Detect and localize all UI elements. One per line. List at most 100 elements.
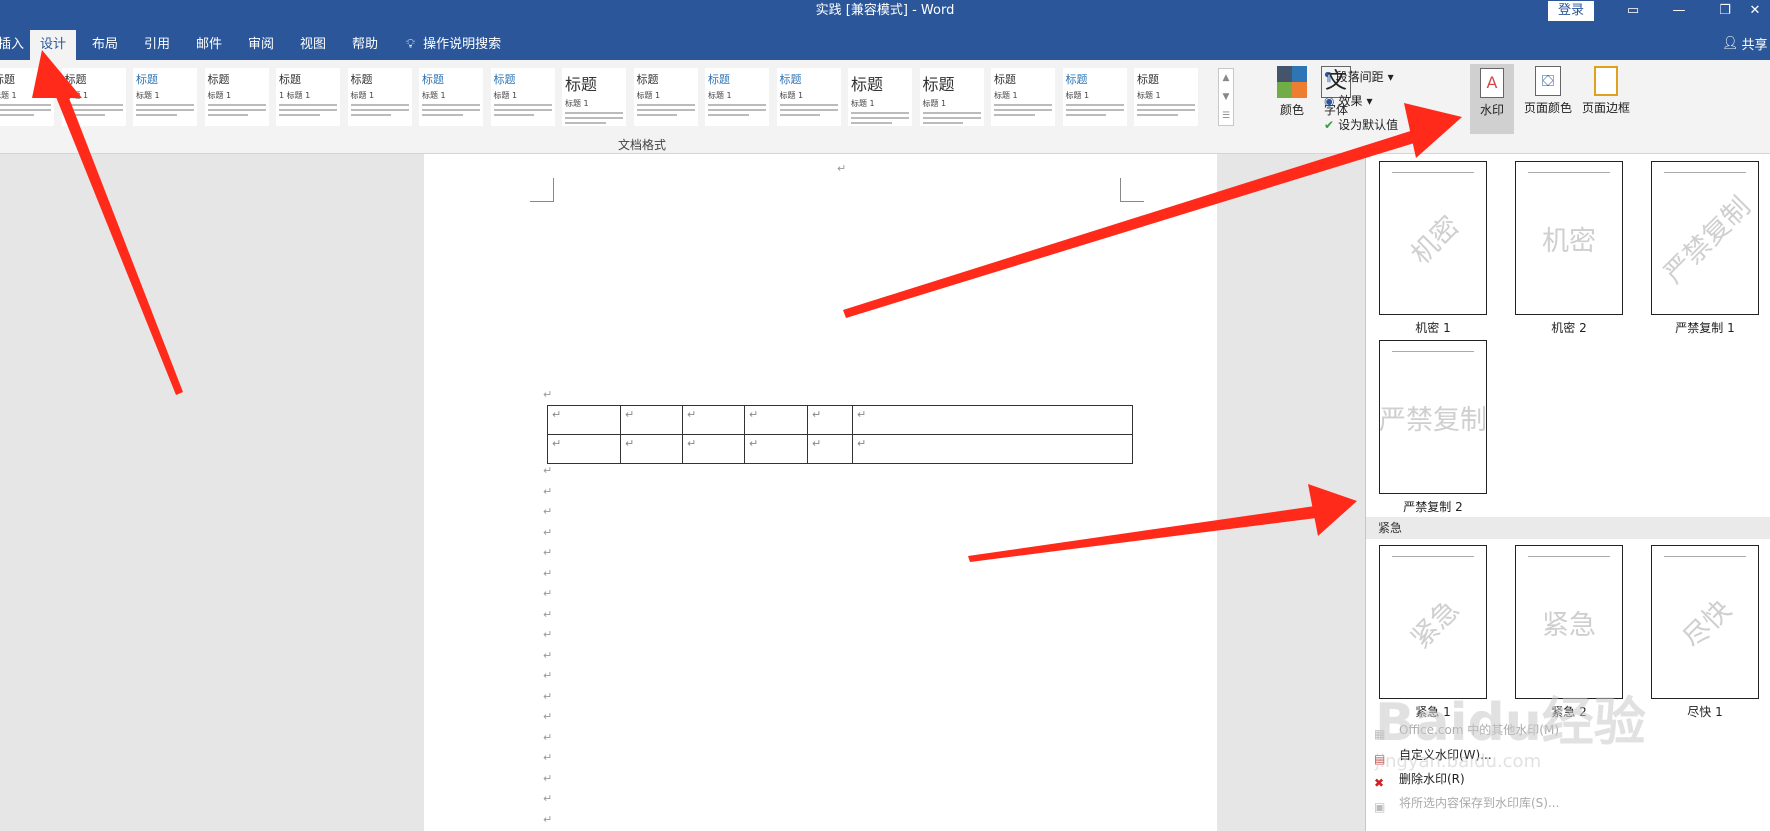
style-thumbnail-title: 标题 — [207, 73, 230, 86]
style-set-thumbnail[interactable]: 标题标题 1 — [991, 68, 1055, 126]
tab-layout[interactable]: 布局 — [82, 30, 128, 60]
gallery-up-icon[interactable]: ▲ — [1219, 69, 1233, 88]
minimize-icon[interactable]: — — [1656, 1, 1702, 21]
document-page[interactable]: ↵ ↵ ↵ ↵ ↵ ↵ ↵ ↵ ↵ ↵ ↵ ↵ ↵ ↵ ↵ ↵ ↵ ↵ ↵ ↵ ↵ ↵ ↵ ↵ ↵ ↵… — [424, 154, 1217, 831]
watermark-option[interactable]: 紧急 — [1515, 545, 1623, 699]
paragraph-spacing-button[interactable]: ¶ 段落间距 ▾ — [1324, 68, 1394, 85]
paragraph-mark: ↵ — [543, 546, 553, 559]
style-set-thumbnail[interactable]: 标题标题 1 — [347, 68, 412, 126]
tab-design[interactable]: 设计 — [30, 30, 77, 60]
style-set-thumbnail[interactable]: 标题标题 1 — [419, 68, 483, 126]
style-thumbnail-line — [136, 109, 194, 111]
style-set-thumbnail[interactable]: 标题标题 1 — [919, 68, 984, 126]
gallery-more-icon[interactable]: ☰ — [1219, 107, 1233, 126]
style-thumbnail-line — [493, 109, 552, 111]
share-label: 共享 — [1741, 38, 1768, 53]
style-thumbnail-title: 标题 — [279, 73, 301, 86]
menu-item-label: Office.com 中的其他水印(M) — [1399, 723, 1560, 737]
table-cell[interactable]: ↵ — [744, 434, 808, 464]
tab-help[interactable]: 帮助 — [342, 30, 388, 60]
paragraph-mark: ↵ — [543, 689, 553, 703]
tell-me-search[interactable]: 💡︎ 操作说明搜索 — [396, 30, 511, 60]
paragraph-mark: ↵ — [543, 388, 553, 401]
style-thumbnail-line — [493, 114, 535, 116]
crop-mark-top-right — [1120, 178, 1144, 202]
style-thumbnail-line — [0, 104, 51, 106]
style-thumbnail-line — [922, 117, 981, 119]
ribbon: 标题标题 1标题标题 1标题标题 1标题标题 1标题1 标题 1标题标题 1标题… — [0, 60, 1770, 154]
style-set-thumbnail[interactable]: 标题标题 1 — [204, 68, 269, 126]
gallery-down-icon[interactable]: ▼ — [1219, 88, 1233, 107]
style-set-thumbnail[interactable]: 标题标题 1 — [133, 68, 197, 126]
style-set-thumbnail[interactable]: 标题标题 1 — [776, 68, 841, 126]
style-thumbnail-line — [708, 104, 766, 106]
table-cell[interactable]: ↵ — [547, 434, 621, 464]
style-set-thumbnail[interactable]: 标题标题 1 — [1062, 68, 1127, 126]
tab-references[interactable]: 引用 — [134, 30, 180, 60]
style-set-thumbnail[interactable]: 标题标题 1 — [848, 68, 912, 126]
more-watermarks-office-menu-item[interactable]: ▦ Office.com 中的其他水印(M) — [1366, 719, 1770, 741]
table-cell[interactable]: ↵ — [852, 405, 1133, 435]
table-cell[interactable]: ↵ — [852, 434, 1133, 464]
watermark-option[interactable]: 尽快 — [1651, 545, 1759, 699]
watermark-option[interactable]: 严禁复制 — [1379, 340, 1487, 494]
dropdown-arrow-icon: ▾ — [1366, 93, 1373, 108]
style-thumbnail-title: 标题 — [493, 73, 516, 86]
style-thumbnail-line — [64, 114, 106, 116]
ribbon-display-options-icon[interactable]: ▭ — [1610, 1, 1656, 21]
style-thumbnail-line — [64, 109, 123, 111]
login-button[interactable]: 登录 — [1548, 1, 1594, 21]
tab-review[interactable]: 审阅 — [238, 30, 284, 60]
paragraph-mark: ↵ — [543, 751, 553, 764]
table-cell[interactable]: ↵ — [682, 405, 745, 435]
style-thumbnail-line — [1137, 114, 1178, 116]
tab-mailings[interactable]: 邮件 — [186, 30, 232, 60]
crop-mark-top-left — [530, 178, 554, 202]
table-cell[interactable]: ↵ — [807, 434, 853, 464]
watermark-caption: 尽快 1 — [1687, 705, 1723, 719]
watermark-option[interactable]: 机密 — [1515, 161, 1623, 315]
style-set-thumbnail[interactable]: 标题标题 1 — [705, 68, 769, 126]
table-cell[interactable]: ↵ — [807, 405, 853, 435]
table-cell[interactable]: ↵ — [744, 405, 808, 435]
style-thumbnail-subtitle: 标题 1 — [422, 91, 446, 100]
remove-watermark-menu-item[interactable]: ✖ 删除水印(R) — [1366, 768, 1770, 790]
document-table[interactable]: ↵ ↵ ↵ ↵ ↵ ↵ ↵ ↵ ↵ ↵ ↵ ↵ — [547, 405, 1133, 464]
watermark-caption: 机密 2 — [1551, 321, 1587, 335]
table-cell[interactable]: ↵ — [620, 434, 683, 464]
style-set-thumbnail[interactable]: 标题标题 1 — [61, 68, 126, 126]
style-set-thumbnail[interactable]: 标题标题 1 — [562, 68, 626, 126]
page-color-button[interactable]: ⛋ 页面颜色 — [1520, 66, 1576, 116]
style-set-thumbnail[interactable]: 标题标题 1 — [490, 68, 555, 126]
table-cell[interactable]: ↵ — [682, 434, 745, 464]
style-thumbnail-line — [994, 104, 1052, 106]
style-set-thumbnail[interactable]: 标题标题 1 — [633, 68, 698, 126]
style-thumbnail-title: 标题 — [994, 73, 1016, 86]
paragraph-mark: ↵ — [543, 607, 553, 621]
custom-watermark-menu-item[interactable]: ▤ 自定义水印(W)... — [1366, 744, 1770, 766]
tab-insert[interactable]: 插入 — [0, 30, 34, 60]
effects-button[interactable]: ◉ 效果 ▾ — [1324, 92, 1373, 109]
style-set-thumbnail[interactable]: 标题标题 1 — [0, 68, 54, 126]
watermark-option[interactable]: 紧急 — [1379, 545, 1487, 699]
watermark-button[interactable]: A 水印 — [1470, 64, 1514, 134]
style-thumbnail-line — [350, 104, 409, 106]
style-thumbnail-title: 标题 — [0, 73, 15, 86]
watermark-gallery-panel: 机密 机密 1 机密 机密 2 严禁复制 严禁复制 1 严禁复制 严禁复制 2 紧急 紧急 紧急… — [1365, 154, 1770, 831]
table-cell[interactable]: ↵ — [547, 405, 621, 435]
save-selection-to-watermark-gallery-menu-item[interactable]: ▣ 将所选内容保存到水印库(S)... — [1366, 792, 1770, 814]
close-icon[interactable]: ✕ — [1740, 1, 1770, 21]
table-cell[interactable]: ↵ — [620, 405, 683, 435]
paragraph-mark: ↵ — [543, 484, 553, 498]
colors-button[interactable]: 颜色 — [1272, 66, 1312, 118]
style-thumbnail-line — [1065, 114, 1107, 116]
gallery-scroll[interactable]: ▲ ▼ ☰ — [1218, 68, 1234, 126]
share-button[interactable]: 👤︎ 共享 — [1722, 34, 1768, 53]
tab-view[interactable]: 视图 — [290, 30, 336, 60]
style-set-thumbnail[interactable]: 标题标题 1 — [1134, 68, 1198, 126]
style-set-thumbnail[interactable]: 标题 1 标题 1 — [276, 68, 340, 126]
set-default-button[interactable]: ✔ 设为默认值 — [1324, 116, 1398, 133]
page-borders-button[interactable]: 页面边框 — [1578, 66, 1634, 116]
watermark-option[interactable]: 机密 — [1379, 161, 1487, 315]
watermark-option[interactable]: 严禁复制 — [1651, 161, 1759, 315]
